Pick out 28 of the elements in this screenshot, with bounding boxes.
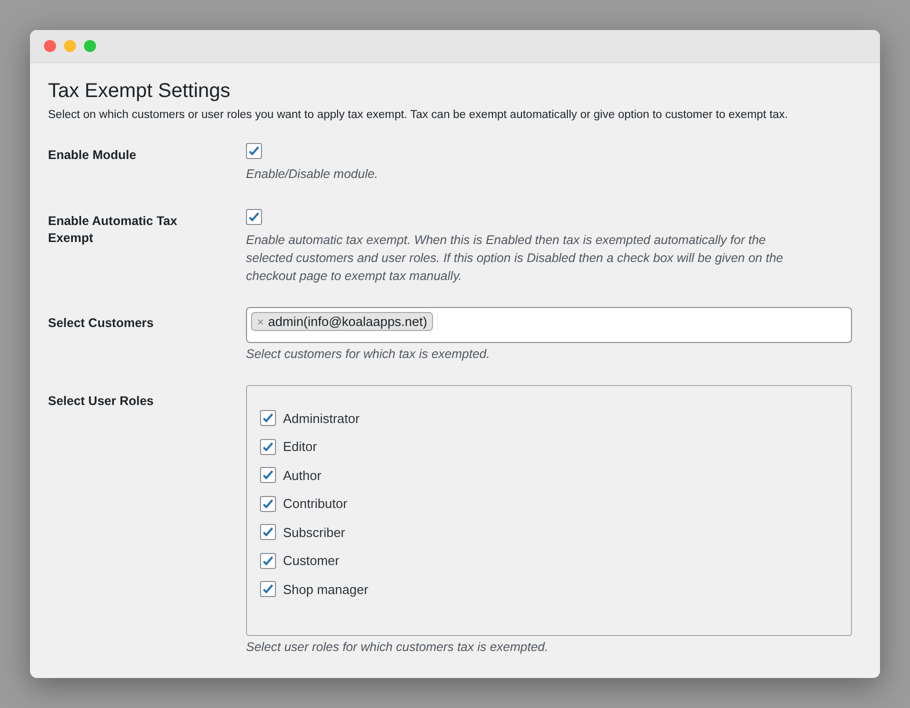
page-title: Tax Exempt Settings (48, 80, 232, 103)
role-label: Customer (283, 553, 340, 568)
checkbox[interactable] (260, 467, 276, 483)
role-label: Shop manager (283, 582, 368, 596)
customer-select-field[interactable]: × admin(info@koalaapps.net) (246, 307, 852, 343)
checkbox[interactable] (246, 143, 262, 159)
setting-description: Select user roles for which customers tax is exempted. (246, 639, 550, 656)
checkbox[interactable] (260, 438, 276, 454)
checkbox[interactable] (260, 410, 276, 426)
setting-label: Enable Automatic Tax Exempt (48, 213, 178, 247)
role-label: Subscriber (283, 524, 346, 540)
checkbox[interactable] (260, 581, 276, 597)
setting-description: Enable/Disable module. (246, 166, 380, 183)
checkbox[interactable] (260, 552, 276, 568)
checkbox[interactable] (260, 496, 276, 512)
checkbox[interactable] (260, 524, 276, 540)
role-label: Contributor (283, 496, 348, 511)
checkbox[interactable] (246, 209, 262, 225)
intro-text: Select on which customers or user roles you want to apply tax exempt. Tax can be exempt automatically or give option to customer to exempt tax. (48, 109, 789, 121)
setting-description: Select customers for which tax is exempted. (246, 346, 491, 363)
role-label: Administrator (283, 410, 360, 426)
customer-name: admin(info@koalaapps.net) (268, 314, 428, 329)
role-label: Editor (283, 439, 317, 454)
setting-label: Enable Module (48, 147, 138, 164)
setting-label: Select Customers (48, 315, 155, 332)
role-label: Author (283, 468, 322, 482)
setting-description: Enable automatic tax exempt. When this is Enabled then tax is exempted automatically for the selected customers and user roles. If this option is Disabled then a check box will be given on the checkout page to exempt tax manually. (246, 232, 784, 285)
setting-label: Select User Roles (48, 393, 155, 410)
